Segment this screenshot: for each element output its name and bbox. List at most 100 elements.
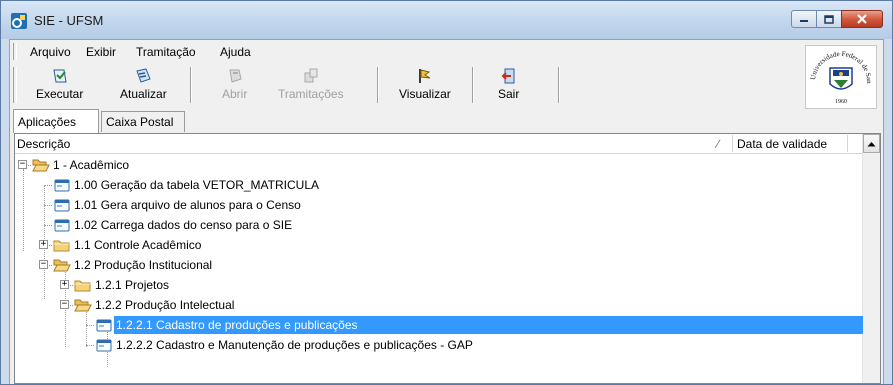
menu-ajuda[interactable]: Ajuda xyxy=(220,45,251,59)
arrow-up-icon xyxy=(867,141,876,146)
tree-item-label: 1.1 Controle Acadêmico xyxy=(74,238,202,252)
tree-item-label: 1.2.1 Projetos xyxy=(95,278,170,292)
tree-app-item[interactable]: 1.2.2.2 Cadastro e Manutenção de produçõ… xyxy=(15,335,863,355)
expand-icon[interactable]: + xyxy=(60,280,69,289)
minimize-button[interactable] xyxy=(791,10,817,28)
tab-caixa-postal[interactable]: Caixa Postal xyxy=(101,111,185,132)
tree-guide xyxy=(86,345,94,346)
maximize-icon xyxy=(824,14,834,24)
collapse-icon[interactable]: − xyxy=(39,260,48,269)
column-descricao-label: Descrição xyxy=(17,136,71,151)
tree-item-label: 1 - Acadêmico xyxy=(53,158,130,172)
tramitacoes-icon xyxy=(304,68,318,83)
title-bar[interactable]: SIE - UFSM xyxy=(1,1,892,39)
application-icon xyxy=(54,179,70,192)
tree-folder-item[interactable]: +1.2.1 Projetos xyxy=(15,275,863,295)
maximize-button[interactable] xyxy=(816,10,842,28)
tree-app-item[interactable]: 1.00 Geração da tabela VETOR_MATRICULA xyxy=(15,175,863,195)
tree-folder-item[interactable]: − 1.2 Produção Institucional xyxy=(15,255,863,275)
minimize-icon xyxy=(800,20,808,22)
list-header: Descrição ∕ Data de validade xyxy=(15,134,863,154)
folder-icon xyxy=(74,280,91,292)
tree-guide xyxy=(86,325,94,326)
close-button[interactable] xyxy=(841,10,883,28)
sort-indicator-icon: ∕ xyxy=(717,136,720,151)
app-window: SIE - UFSM Arquivo Exibir Tramitação Aju… xyxy=(0,0,893,385)
application-icon xyxy=(96,339,112,352)
collapse-icon[interactable]: − xyxy=(60,300,69,309)
tree-item-label: 1.01 Gera arquivo de alunos para o Censo xyxy=(74,198,301,212)
tree-folder-item[interactable]: +1.1 Controle Acadêmico xyxy=(15,235,863,255)
abrir-button[interactable]: Abrir xyxy=(222,66,247,104)
folder-open-icon xyxy=(53,259,71,272)
open-icon xyxy=(229,69,242,83)
toolbar-grip[interactable] xyxy=(13,67,17,103)
sair-label: Sair xyxy=(498,87,520,101)
executar-label: Executar xyxy=(36,87,84,101)
tramitacoes-label: Tramitações xyxy=(278,87,344,101)
atualizar-label: Atualizar xyxy=(120,87,167,101)
toolbar-separator xyxy=(190,67,192,103)
tab-aplicacoes[interactable]: Aplicações xyxy=(13,109,99,133)
executar-button[interactable]: Executar xyxy=(36,66,83,104)
visualizar-button[interactable]: Visualizar xyxy=(399,66,451,104)
menu-exibir[interactable]: Exibir xyxy=(86,45,116,59)
tree-app-item[interactable]: 1.2.2.1 Cadastro de produções e publicaç… xyxy=(15,315,863,335)
exit-icon xyxy=(501,68,515,84)
atualizar-button[interactable]: Atualizar xyxy=(120,66,167,104)
toolbar-separator xyxy=(377,67,379,103)
tree-item-label: 1.2 Produção Institucional xyxy=(74,258,213,272)
tab-caixa-postal-label: Caixa Postal xyxy=(106,115,174,129)
column-data-validade[interactable]: Data de validade xyxy=(737,134,827,153)
collapse-icon[interactable]: − xyxy=(18,160,27,169)
tree-item-label: 1.2.2.1 Cadastro de produções e publicaç… xyxy=(114,318,360,332)
tree-app-item[interactable]: 1.01 Gera arquivo de alunos para o Censo xyxy=(15,195,863,215)
column-divider[interactable] xyxy=(732,135,733,152)
client-area: Arquivo Exibir Tramitação Ajuda Executar… xyxy=(9,39,884,384)
view-icon xyxy=(418,69,431,83)
tree-guide xyxy=(44,205,52,206)
toolbar: Executar Atualizar Abrir Tramitações Vis… xyxy=(10,64,783,106)
tree-item-label: 1.2.2.2 Cadastro e Manutenção de produçõ… xyxy=(116,338,473,352)
abrir-label: Abrir xyxy=(222,87,248,101)
close-icon xyxy=(857,14,867,24)
scroll-up-button[interactable] xyxy=(863,134,880,153)
refresh-icon xyxy=(136,68,152,83)
menu-bar: Arquivo Exibir Tramitação Ajuda xyxy=(10,40,883,64)
folder-open-icon xyxy=(74,299,92,312)
tree-item-label: 1.02 Carrega dados do censo para o SIE xyxy=(74,218,293,232)
folder-open-icon xyxy=(32,159,50,172)
visualizar-label: Visualizar xyxy=(399,87,451,101)
column-divider[interactable] xyxy=(847,135,848,152)
tramitacoes-button[interactable]: Tramitações xyxy=(278,66,344,104)
sair-button[interactable]: Sair xyxy=(498,66,519,104)
column-data-validade-label: Data de validade xyxy=(737,136,828,151)
application-tree: − 1 - Acadêmico 1.00 Geração da tabela VET… xyxy=(15,155,863,383)
tree-item-label: 1.00 Geração da tabela VETOR_MATRICULA xyxy=(74,178,320,192)
tree-guide xyxy=(44,185,52,186)
tree-item-label: 1.2.2 Produção Intelectual xyxy=(95,298,235,312)
menu-grip[interactable] xyxy=(13,43,17,60)
folder-icon xyxy=(53,240,70,252)
menu-tramitacao[interactable]: Tramitação xyxy=(136,45,196,59)
ufsm-seal-icon: Universidade Federal de Santa Maria 1960 xyxy=(803,40,873,105)
menu-arquivo[interactable]: Arquivo xyxy=(30,45,71,59)
tree-folder-item[interactable]: − 1 - Acadêmico xyxy=(15,155,863,175)
tree-guide xyxy=(44,225,52,226)
column-descricao[interactable]: Descrição xyxy=(17,134,70,153)
applications-list[interactable]: Descrição ∕ Data de validade − 1 - Acadê… xyxy=(14,133,881,384)
tree-app-item[interactable]: 1.02 Carrega dados do censo para o SIE xyxy=(15,215,863,235)
toolbar-separator xyxy=(472,67,474,103)
application-icon xyxy=(54,219,70,232)
app-logo-icon xyxy=(11,13,27,29)
university-logo: Universidade Federal de Santa Maria 1960 xyxy=(803,40,877,109)
expand-icon[interactable]: + xyxy=(39,240,48,249)
svg-text:1960: 1960 xyxy=(835,99,847,105)
vertical-scrollbar[interactable] xyxy=(862,134,880,383)
application-icon xyxy=(54,199,70,212)
window-title: SIE - UFSM xyxy=(34,13,104,28)
tree-folder-item[interactable]: − 1.2.2 Produção Intelectual xyxy=(15,295,863,315)
tab-strip: Aplicações Caixa Postal xyxy=(13,109,883,133)
execute-icon xyxy=(53,69,67,83)
application-icon xyxy=(96,319,112,332)
